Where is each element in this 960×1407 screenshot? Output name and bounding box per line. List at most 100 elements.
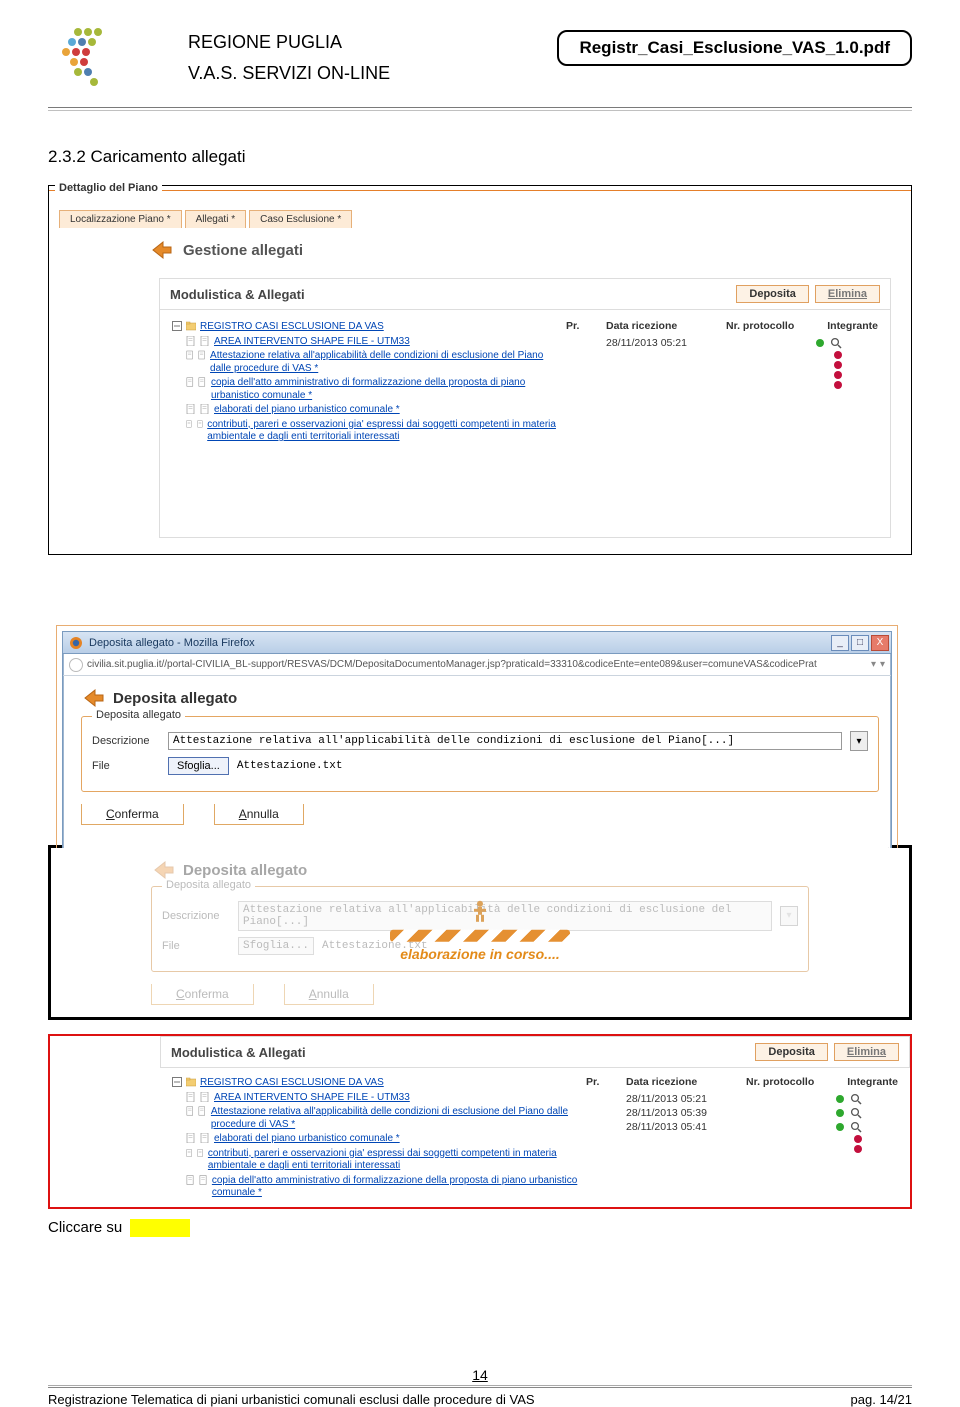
puglia-logo-icon: [48, 24, 128, 94]
url-input[interactable]: [87, 659, 867, 670]
document-icon: [200, 404, 210, 414]
highlight-box: [130, 1219, 190, 1237]
filename-badge: Registr_Casi_Esclusione_VAS_1.0.pdf: [557, 30, 912, 66]
fieldset-deposita: Deposita allegato Descrizione ▾ File Sfo…: [81, 716, 879, 792]
conferma-button[interactable]: Conferma: [81, 804, 184, 825]
tree-item[interactable]: copia dell'atto amministrativo di formal…: [172, 376, 566, 403]
magnify-icon[interactable]: [850, 1093, 862, 1105]
document-icon: [186, 404, 196, 414]
tree-item[interactable]: elaborati del piano urbanistico comunale…: [172, 1132, 586, 1147]
fieldset-title: Dettaglio del Piano: [55, 182, 162, 194]
status-dot: [836, 1109, 844, 1117]
screenshot-elaborazione: Deposita allegato Deposita allegato Desc…: [48, 845, 912, 1020]
divider: [48, 1385, 912, 1386]
close-button[interactable]: X: [871, 635, 889, 651]
status-dot: [836, 1123, 844, 1131]
descrizione-label: Descrizione: [162, 910, 230, 922]
document-icon: [198, 1106, 206, 1116]
tree-item[interactable]: copia dell'atto amministrativo di formal…: [172, 1174, 586, 1201]
tree-item[interactable]: elaborati del piano urbanistico comunale…: [172, 403, 566, 418]
arrow-left-icon: [149, 238, 173, 262]
status-dot: [834, 371, 842, 379]
screenshot-dettaglio-piano: Dettaglio del Piano Localizzazione Piano…: [48, 185, 912, 555]
deposita-button[interactable]: Deposita: [736, 285, 808, 303]
dropdown-icon[interactable]: ▾: [871, 659, 876, 670]
date-cell: 28/11/2013 05:21: [606, 337, 726, 349]
window-title: Deposita allegato - Mozilla Firefox: [89, 637, 255, 649]
table-row: 28/11/2013 05:21: [566, 336, 878, 350]
annulla-button[interactable]: Annulla: [214, 804, 304, 825]
back-gestione-allegati[interactable]: Gestione allegati: [149, 238, 303, 262]
table-row: [566, 370, 878, 380]
col-prot: Nr. protocollo: [726, 320, 816, 332]
loading-overlay: elaborazione in corso....: [390, 897, 570, 961]
tree-list: REGISTRO CASI ESCLUSIONE DA VASAREA INTE…: [172, 1076, 586, 1201]
tab-allegati[interactable]: Allegati *: [185, 210, 246, 228]
divider: [48, 107, 912, 108]
minus-box-icon: [172, 1077, 182, 1087]
fieldset-legend: Deposita allegato: [162, 879, 255, 891]
conferma-disabled: Conferma: [151, 984, 254, 1005]
panel-header: Modulistica & Allegati Deposita Elimina: [160, 279, 890, 310]
tree-item[interactable]: REGISTRO CASI ESCLUSIONE DA VAS: [172, 1076, 586, 1091]
divider: [48, 1387, 912, 1388]
status-dot: [816, 339, 824, 347]
tab-caso-esclusione[interactable]: Caso Esclusione *: [249, 210, 352, 228]
tree-item[interactable]: Attestazione relativa all'applicabilità …: [172, 349, 566, 376]
document-icon: [199, 1175, 208, 1185]
document-icon: [186, 377, 194, 387]
document-icon: [186, 1092, 196, 1102]
magnify-icon[interactable]: [850, 1121, 862, 1133]
document-icon: [186, 1133, 196, 1143]
dropdown-arrow-icon[interactable]: ▾: [850, 731, 868, 751]
spinner-figure-icon: [466, 897, 494, 925]
tree-item[interactable]: contributi, pareri e osservazioni gia' e…: [172, 418, 566, 445]
col-date: Data ricezione: [606, 320, 726, 332]
status-dot: [836, 1095, 844, 1103]
document-icon: [186, 419, 193, 429]
date-cell: 28/11/2013 05:41: [626, 1121, 746, 1133]
table-row: [586, 1134, 898, 1144]
data-table: Pr. Data ricezione Nr. protocollo Integr…: [566, 320, 878, 445]
col-pr: Pr.: [566, 320, 606, 332]
document-icon: [197, 419, 204, 429]
table-row: 28/11/2013 05:21: [586, 1092, 898, 1106]
tree-item[interactable]: AREA INTERVENTO SHAPE FILE - UTM33: [172, 1091, 586, 1106]
panel-title: Modulistica & Allegati: [170, 287, 305, 302]
file-label: File: [92, 760, 160, 772]
maximize-button[interactable]: □: [851, 635, 869, 651]
file-label: File: [162, 940, 230, 952]
document-icon: [200, 1092, 210, 1102]
elimina-button[interactable]: Elimina: [815, 285, 880, 303]
progress-stripe: [390, 929, 570, 941]
back-deposita-allegato[interactable]: Deposita allegato: [81, 686, 879, 710]
data-table: Pr. Data ricezione Nr. protocollo Integr…: [586, 1076, 898, 1201]
sfoglia-button[interactable]: Sfoglia...: [168, 757, 229, 775]
click-instruction: Cliccare su: [48, 1219, 912, 1237]
col-integr: Integrante: [816, 320, 878, 332]
elimina-button[interactable]: Elimina: [834, 1043, 899, 1061]
arrow-left-icon: [81, 686, 105, 710]
document-icon: [186, 336, 196, 346]
tree-item[interactable]: AREA INTERVENTO SHAPE FILE - UTM33: [172, 335, 566, 350]
tree-item[interactable]: contributi, pareri e osservazioni gia' e…: [172, 1147, 586, 1174]
status-dot: [834, 351, 842, 359]
minimize-button[interactable]: _: [831, 635, 849, 651]
menu-icon[interactable]: ▾: [880, 659, 885, 670]
page-number: 14: [48, 1367, 912, 1383]
col-prot: Nr. protocollo: [746, 1076, 836, 1088]
table-row: 28/11/2013 05:41: [586, 1120, 898, 1134]
loading-text: elaborazione in corso....: [390, 945, 570, 961]
screenshot-modulistica-updated: Modulistica & Allegati Deposita Elimina …: [48, 1034, 912, 1209]
doc-header: REGIONE PUGLIA V.A.S. SERVIZI ON-LINE Re…: [48, 18, 912, 97]
tree-item[interactable]: REGISTRO CASI ESCLUSIONE DA VAS: [172, 320, 566, 335]
table-row: [586, 1144, 898, 1154]
tab-localizzazione[interactable]: Localizzazione Piano *: [59, 210, 182, 228]
magnify-icon[interactable]: [830, 337, 842, 349]
descrizione-input[interactable]: [168, 732, 842, 750]
magnify-icon[interactable]: [850, 1107, 862, 1119]
col-date: Data ricezione: [626, 1076, 746, 1088]
tree-item[interactable]: Attestazione relativa all'applicabilità …: [172, 1105, 586, 1132]
document-icon: [186, 1175, 195, 1185]
deposita-button[interactable]: Deposita: [755, 1043, 827, 1061]
